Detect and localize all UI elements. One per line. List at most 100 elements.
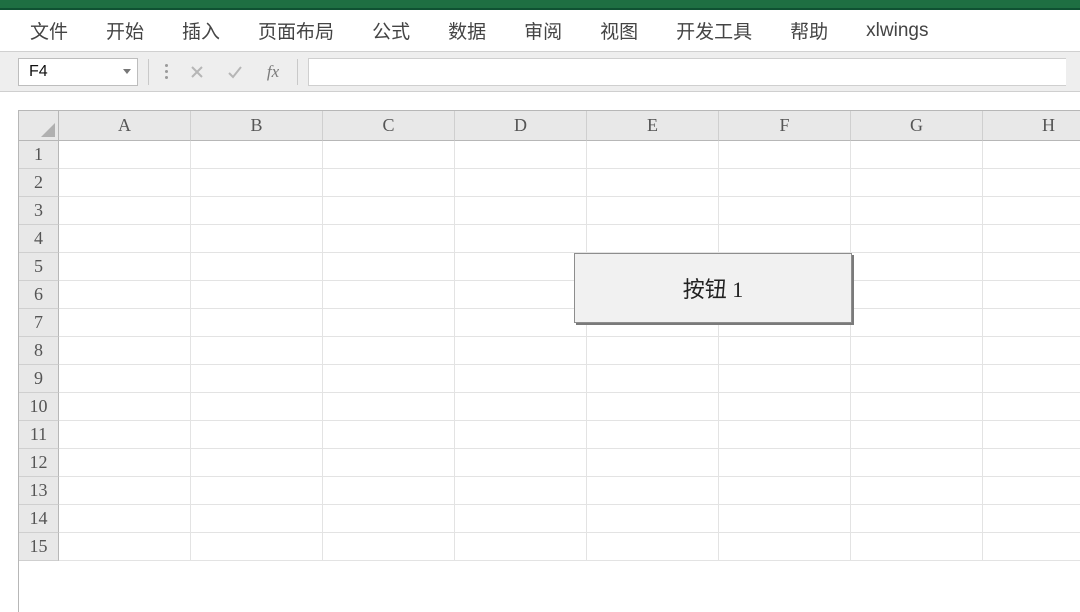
col-header[interactable]: D: [455, 111, 587, 141]
cell[interactable]: [983, 225, 1080, 253]
cell[interactable]: [983, 449, 1080, 477]
cell[interactable]: [191, 421, 323, 449]
row-header[interactable]: 4: [19, 225, 59, 253]
col-header[interactable]: A: [59, 111, 191, 141]
cell[interactable]: [59, 197, 191, 225]
cell[interactable]: [983, 421, 1080, 449]
cell[interactable]: [719, 533, 851, 561]
cell[interactable]: [59, 477, 191, 505]
cell[interactable]: [587, 141, 719, 169]
cell[interactable]: [191, 365, 323, 393]
cell[interactable]: [851, 281, 983, 309]
cell[interactable]: [851, 309, 983, 337]
cell[interactable]: [851, 225, 983, 253]
cell[interactable]: [455, 281, 587, 309]
cell[interactable]: [851, 393, 983, 421]
cell[interactable]: [323, 365, 455, 393]
cell[interactable]: [191, 533, 323, 561]
cell[interactable]: [323, 337, 455, 365]
col-header[interactable]: E: [587, 111, 719, 141]
cell[interactable]: [455, 169, 587, 197]
cell[interactable]: [851, 337, 983, 365]
cell[interactable]: [323, 309, 455, 337]
cell[interactable]: [191, 449, 323, 477]
row-header[interactable]: 12: [19, 449, 59, 477]
cell[interactable]: [455, 533, 587, 561]
cell[interactable]: [983, 309, 1080, 337]
cell[interactable]: [719, 169, 851, 197]
cell[interactable]: [455, 393, 587, 421]
cell[interactable]: [59, 225, 191, 253]
cell[interactable]: [587, 533, 719, 561]
cell[interactable]: [719, 505, 851, 533]
form-button-1[interactable]: 按钮 1: [574, 253, 852, 323]
row-header[interactable]: 6: [19, 281, 59, 309]
row-header[interactable]: 1: [19, 141, 59, 169]
cell[interactable]: [323, 533, 455, 561]
col-header[interactable]: H: [983, 111, 1080, 141]
row-header[interactable]: 11: [19, 421, 59, 449]
cell[interactable]: [983, 365, 1080, 393]
cell[interactable]: [587, 169, 719, 197]
row-header[interactable]: 15: [19, 533, 59, 561]
cell[interactable]: [983, 253, 1080, 281]
tab-view[interactable]: 视图: [594, 13, 644, 48]
cell[interactable]: [59, 141, 191, 169]
row-header[interactable]: 5: [19, 253, 59, 281]
cell[interactable]: [719, 365, 851, 393]
cell[interactable]: [323, 449, 455, 477]
drag-handle-icon[interactable]: [159, 64, 173, 79]
cell[interactable]: [719, 225, 851, 253]
row-header[interactable]: 7: [19, 309, 59, 337]
cell[interactable]: [455, 253, 587, 281]
cell[interactable]: [587, 505, 719, 533]
formula-input[interactable]: [308, 58, 1066, 86]
row-header[interactable]: 10: [19, 393, 59, 421]
cell[interactable]: [851, 253, 983, 281]
cell[interactable]: [191, 225, 323, 253]
cell[interactable]: [59, 365, 191, 393]
cell[interactable]: [983, 337, 1080, 365]
cell[interactable]: [323, 225, 455, 253]
cell[interactable]: [455, 505, 587, 533]
cell[interactable]: [323, 253, 455, 281]
cell[interactable]: [851, 505, 983, 533]
cell[interactable]: [719, 393, 851, 421]
cell[interactable]: [719, 421, 851, 449]
cell[interactable]: [323, 421, 455, 449]
cell[interactable]: [191, 197, 323, 225]
cell[interactable]: [983, 281, 1080, 309]
cell[interactable]: [59, 533, 191, 561]
cell[interactable]: [455, 365, 587, 393]
cell[interactable]: [983, 533, 1080, 561]
cell[interactable]: [983, 141, 1080, 169]
cell[interactable]: [455, 141, 587, 169]
cell[interactable]: [59, 253, 191, 281]
tab-insert[interactable]: 插入: [176, 13, 226, 48]
cell[interactable]: [191, 281, 323, 309]
name-box[interactable]: F4: [18, 58, 138, 86]
col-header[interactable]: G: [851, 111, 983, 141]
cell[interactable]: [851, 477, 983, 505]
cell[interactable]: [851, 421, 983, 449]
cell[interactable]: [323, 505, 455, 533]
cell[interactable]: [59, 421, 191, 449]
cell[interactable]: [455, 477, 587, 505]
cell[interactable]: [191, 141, 323, 169]
cancel-icon[interactable]: [183, 60, 211, 84]
cell[interactable]: [59, 309, 191, 337]
cell[interactable]: [323, 169, 455, 197]
cell[interactable]: [587, 421, 719, 449]
cell[interactable]: [719, 449, 851, 477]
tab-file[interactable]: 文件: [24, 13, 74, 48]
tab-developer[interactable]: 开发工具: [670, 13, 758, 48]
cell[interactable]: [983, 169, 1080, 197]
tab-xlwings[interactable]: xlwings: [860, 16, 934, 46]
fx-icon[interactable]: fx: [259, 60, 287, 84]
cell[interactable]: [851, 197, 983, 225]
row-header[interactable]: 8: [19, 337, 59, 365]
cell[interactable]: [851, 533, 983, 561]
tab-formulas[interactable]: 公式: [366, 13, 416, 48]
cell[interactable]: [851, 449, 983, 477]
row-header[interactable]: 14: [19, 505, 59, 533]
